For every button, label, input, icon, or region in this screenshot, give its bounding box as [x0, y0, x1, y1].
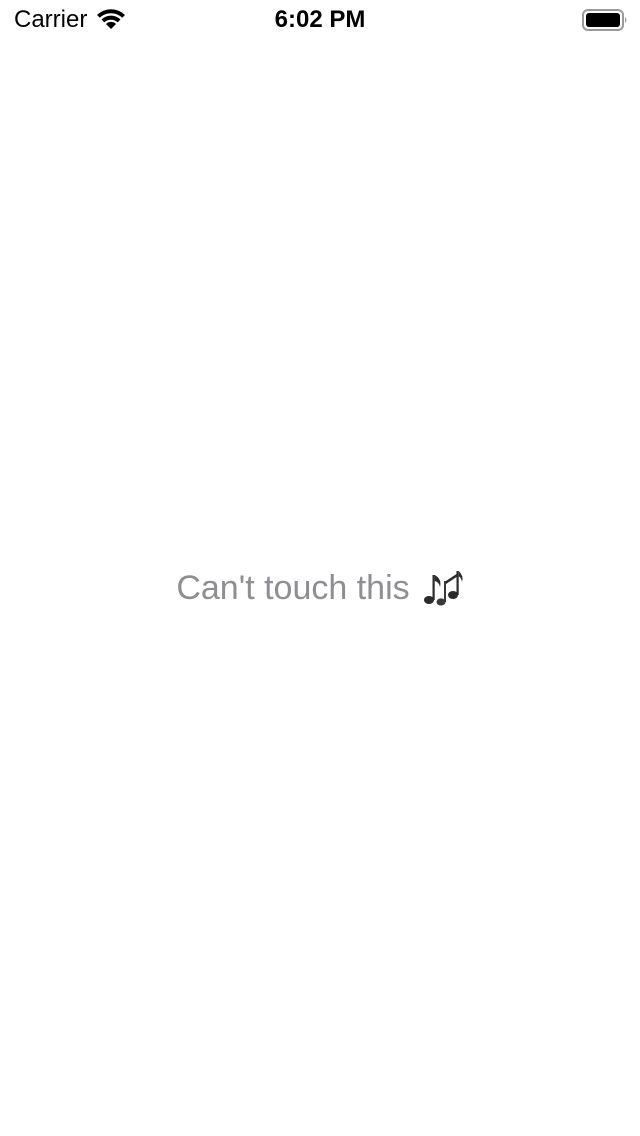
main-content: Can't touch this: [0, 0, 640, 1136]
message-label: Can't touch this: [176, 569, 410, 607]
music-notes-icon: [422, 567, 464, 609]
message-row: Can't touch this: [176, 567, 463, 609]
